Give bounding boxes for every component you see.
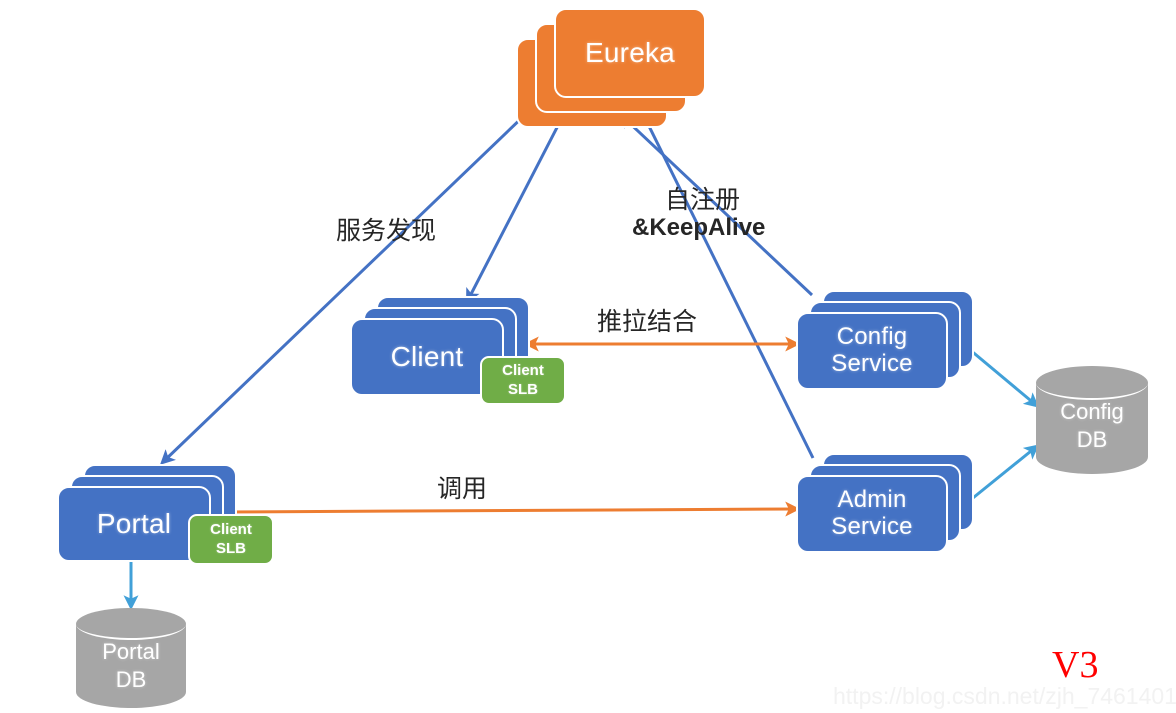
portal-db-label-line1: Portal: [102, 639, 160, 664]
node-admin-service[interactable]: Admin Service: [796, 453, 976, 553]
config-db-top: [1036, 366, 1148, 400]
portal-slb-badge[interactable]: Client SLB: [188, 514, 274, 565]
portal-slb-line1: Client: [210, 521, 252, 539]
edge-eureka-to-client: [466, 111, 567, 304]
edge-label-push-pull: 推拉结合: [597, 308, 698, 336]
edge-portal-to-admin-service: [221, 501, 801, 517]
admin-service-label-line1: Admin: [837, 486, 907, 514]
admin-service-card-front[interactable]: Admin Service: [796, 475, 948, 553]
portal-slb-line2: SLB: [216, 539, 246, 557]
edge-admin-service-to-eureka: [640, 108, 815, 459]
portal-db-top: [76, 608, 186, 640]
client-slb-badge[interactable]: Client SLB: [480, 356, 566, 405]
architecture-diagram-canvas: Eureka Client Client SLB Portal Client S…: [0, 0, 1176, 713]
portal-db-label-line2: DB: [115, 666, 147, 692]
config-db-label: Config DB: [1036, 398, 1148, 453]
portal-label: Portal: [96, 508, 172, 540]
client-label: Client: [390, 341, 464, 373]
config-db-label-line2: DB: [1076, 426, 1108, 452]
version-label: V3: [1052, 644, 1099, 686]
admin-service-label-line2: Service: [831, 513, 913, 540]
edge-eureka-to-portal: [159, 108, 532, 465]
node-eureka[interactable]: Eureka: [516, 8, 706, 128]
config-service-label-line1: Config: [836, 323, 908, 351]
config-service-card-front[interactable]: Config Service: [796, 312, 948, 390]
node-portal-db[interactable]: Portal DB: [76, 608, 186, 708]
watermark: https://blog.csdn.net/zjh_746140129: [833, 683, 1176, 709]
edge-label-invoke: 调用: [437, 475, 488, 503]
eureka-label: Eureka: [585, 37, 675, 69]
edge-label-service-discovery: 服务发现: [336, 217, 437, 245]
client-slb-line1: Client: [502, 362, 544, 380]
eureka-card-front[interactable]: Eureka: [554, 8, 706, 98]
node-config-db[interactable]: Config DB: [1036, 366, 1148, 474]
config-db-label-line1: Config: [1060, 399, 1124, 424]
config-service-label-line2: Service: [831, 350, 913, 377]
edge-label-self-register: 自注册: [665, 186, 741, 214]
node-config-service[interactable]: Config Service: [796, 290, 976, 390]
client-slb-line2: SLB: [508, 380, 538, 398]
portal-db-label: Portal DB: [76, 638, 186, 693]
edge-label-keepalive: &KeepAlive: [632, 214, 766, 241]
